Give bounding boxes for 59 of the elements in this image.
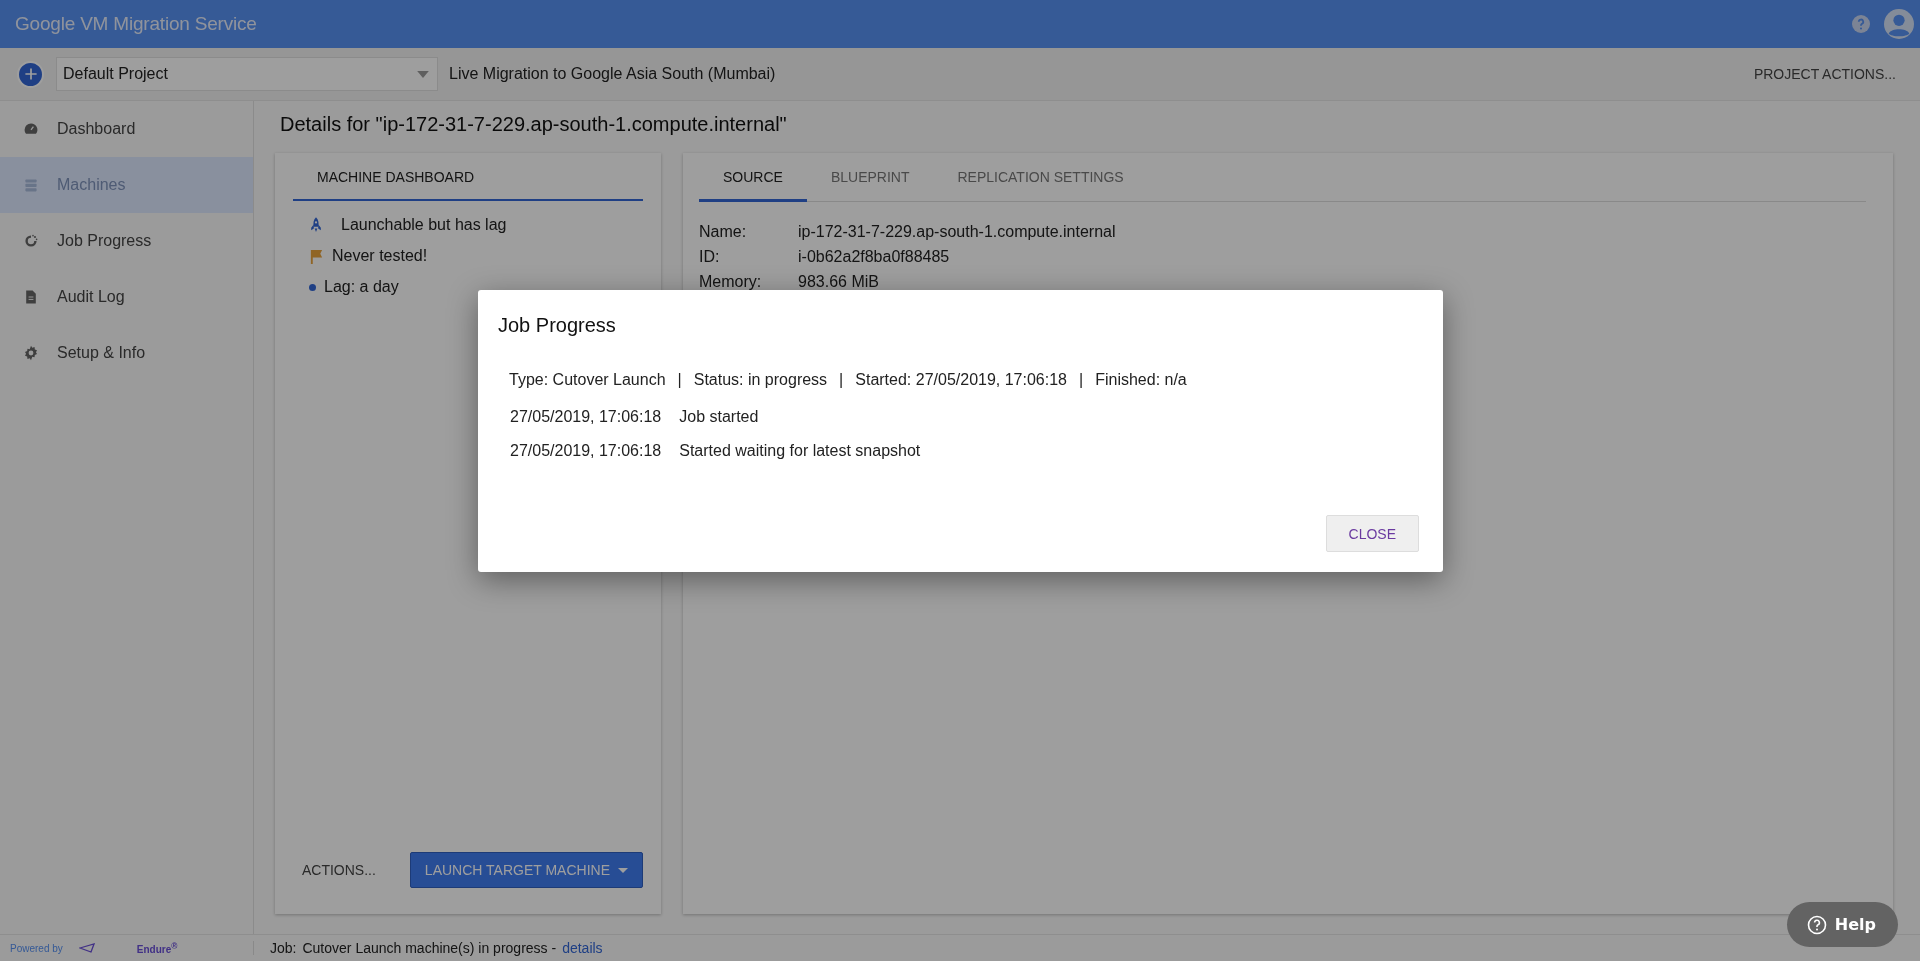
- progress-icon: [23, 233, 39, 249]
- field-label: Memory:: [699, 273, 763, 291]
- brand-logo-icon: [78, 943, 95, 953]
- sidebar-item[interactable]: Job Progress: [0, 213, 253, 269]
- status-text: Lag: a day: [324, 278, 399, 296]
- separator: |: [839, 371, 844, 389]
- migration-title: Live Migration to Google Asia South (Mumbai): [449, 65, 776, 83]
- launch-target-machine-button[interactable]: LAUNCH TARGET MACHINE: [409, 852, 643, 888]
- summary-item: Started: 27/05/2019, 17:06:18: [855, 371, 1067, 389]
- summary-item: Status: in progress: [693, 371, 828, 389]
- actions-button[interactable]: ACTIONS...: [295, 861, 382, 879]
- help-icon[interactable]: [1852, 15, 1870, 33]
- help-icon: [1806, 914, 1827, 935]
- event-text: Job started: [679, 408, 759, 426]
- sidebar-item[interactable]: Audit Log: [0, 269, 253, 325]
- dropdown-caret-icon: [417, 70, 429, 78]
- plus-icon: [23, 67, 38, 81]
- field-value: ip-172-31-7-229.ap-south-1.compute.internal: [798, 223, 1116, 241]
- summary-item: Type: Cutover Launch: [509, 371, 666, 389]
- event-text: Started waiting for latest snapshot: [679, 442, 921, 460]
- separator: |: [1079, 371, 1084, 389]
- project-select[interactable]: Default Project: [56, 57, 438, 91]
- event-time: 27/05/2019, 17:06:18: [510, 442, 662, 460]
- help-button[interactable]: Help: [1786, 902, 1898, 947]
- account-icon[interactable]: [1884, 9, 1914, 39]
- field-value: i-0b62a2f8ba0f88485: [798, 248, 951, 266]
- list-icon: [23, 177, 39, 193]
- caret-icon: [618, 867, 628, 873]
- job-status-text: Cutover Launch machine(s) in progress -: [302, 940, 557, 956]
- project-actions-button[interactable]: PROJECT ACTIONS...: [1747, 65, 1902, 83]
- tab[interactable]: REPLICATION SETTINGS: [933, 153, 1148, 202]
- brand-name: Endure$^{®}$: [136, 940, 178, 956]
- field-label: Name:: [699, 223, 748, 241]
- rocket-icon: [309, 216, 323, 234]
- tab[interactable]: SOURCE: [699, 153, 807, 202]
- event-time: 27/05/2019, 17:06:18: [510, 408, 662, 426]
- sidebar-item[interactable]: Dashboard: [0, 101, 253, 157]
- settings-icon: [23, 345, 39, 361]
- status-text: Never tested!: [332, 247, 428, 265]
- sidebar-item[interactable]: Setup & Info: [0, 325, 253, 381]
- dialog-title: Job Progress: [498, 314, 617, 337]
- gauge-icon: [23, 121, 39, 137]
- tab[interactable]: MACHINE DASHBOARD: [293, 153, 643, 201]
- tab[interactable]: BLUEPRINT: [806, 153, 934, 202]
- status-text: Launchable but has lag: [341, 216, 507, 234]
- separator: |: [677, 371, 682, 389]
- field-value: 983.66 MiB: [798, 273, 880, 291]
- document-icon: [23, 289, 39, 305]
- powered-by-label: Powered by: [10, 942, 63, 954]
- job-label: Job:: [270, 940, 297, 956]
- add-project-button[interactable]: [17, 60, 44, 88]
- field-label: ID:: [699, 248, 721, 266]
- close-button[interactable]: CLOSE: [1325, 515, 1419, 552]
- summary-item: Finished: n/a: [1095, 371, 1187, 389]
- dot-icon: [309, 283, 316, 291]
- page-title: Details for "ip-172-31-7-229.ap-south-1.compute.internal": [280, 113, 788, 136]
- flag-icon: [309, 248, 324, 264]
- app-title: Google VM Migration Service: [15, 13, 257, 35]
- details-link[interactable]: details: [562, 940, 603, 956]
